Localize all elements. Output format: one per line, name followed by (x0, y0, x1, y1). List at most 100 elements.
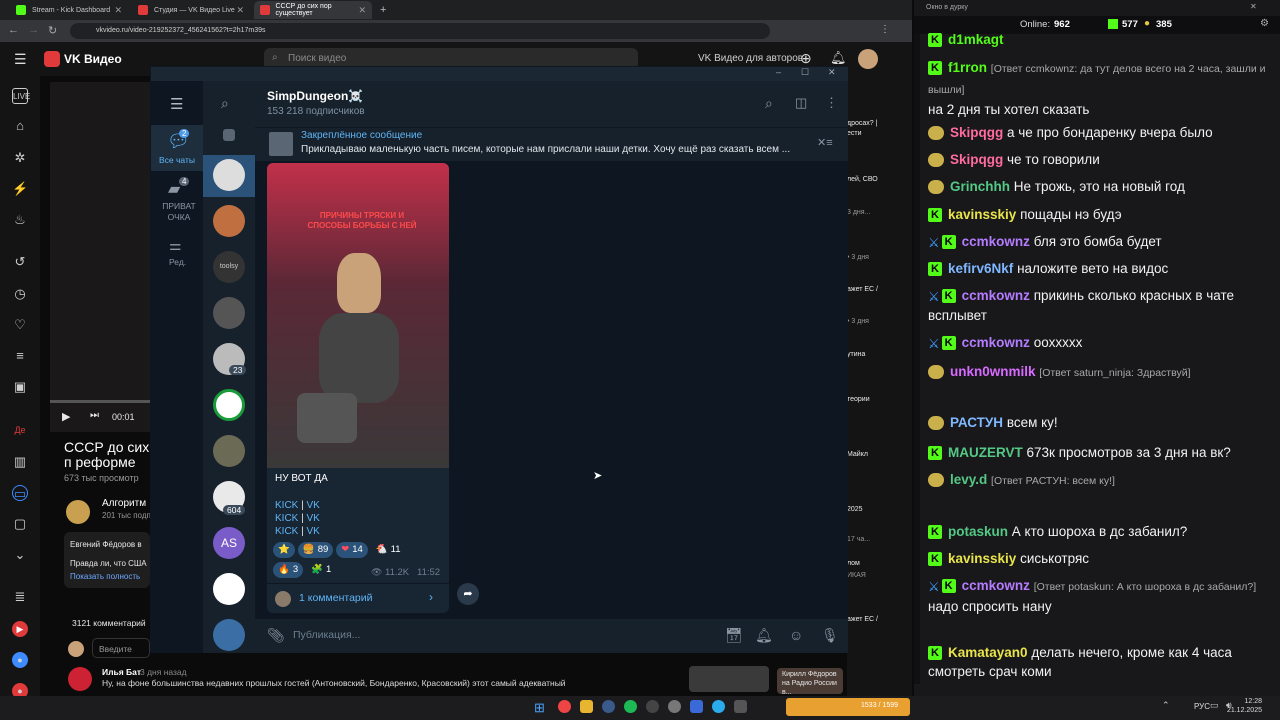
vk-link[interactable]: VK (307, 513, 320, 524)
schedule-icon[interactable]: 📅︎ (725, 627, 743, 644)
bell-icon[interactable]: 🔔︎ (830, 50, 847, 66)
chat-username[interactable]: ccmkownz (962, 234, 1030, 249)
chat-username[interactable]: Skipqgg (950, 152, 1003, 167)
rec-thumbnail[interactable] (689, 666, 769, 692)
channel-avatar[interactable] (66, 500, 90, 524)
chrome-icon[interactable] (558, 700, 571, 713)
chat-avatar[interactable] (213, 435, 245, 467)
app-icon[interactable] (646, 700, 659, 713)
chat-username[interactable]: ccmkownz (962, 335, 1030, 350)
chat-username[interactable]: Kamatayan0 (948, 645, 1028, 660)
rec-title[interactable]: ести (847, 130, 862, 137)
reaction-chicken[interactable]: 🐔 11 (371, 542, 406, 558)
liked-icon[interactable]: ♡ (12, 317, 28, 333)
language-indicator[interactable]: РУС (1194, 702, 1210, 711)
close-icon[interactable]: ✕ (828, 67, 836, 78)
chat-username[interactable]: Grinchhh (950, 179, 1010, 194)
vk-link[interactable]: VK (307, 500, 320, 511)
chat-username[interactable]: MAUZERVT (948, 445, 1023, 460)
rec-title[interactable]: ажет ЕС / (847, 286, 878, 293)
new-tab-button[interactable]: + (380, 4, 386, 16)
chat-username[interactable]: ccmkownz (962, 578, 1030, 593)
chat-username[interactable]: Skipqgg (950, 125, 1003, 140)
explorer-icon[interactable] (580, 700, 593, 713)
rec-title[interactable]: лом (847, 560, 860, 567)
chat-avatar-initials[interactable]: AS (213, 527, 245, 559)
watch-later-icon[interactable]: ◷ (12, 286, 28, 302)
sidebar-toggle-icon[interactable]: ◫ (795, 95, 807, 111)
chat-username[interactable]: f1rron (948, 60, 987, 75)
rec-title[interactable]: Кирилл Фёдоров на Радио России в... (782, 670, 844, 697)
vk-link[interactable]: VK (307, 526, 320, 537)
chat-username[interactable]: kavinsskiy (948, 207, 1016, 222)
archive-icon[interactable] (223, 129, 235, 141)
browser-tab-kick[interactable]: Stream - Kick Dashboard ✕ (10, 1, 128, 19)
search-icon[interactable]: ⌕ (221, 95, 229, 112)
catalog-icon[interactable]: ▥ (12, 454, 28, 470)
kids-icon[interactable]: Де (12, 422, 28, 438)
rec-title[interactable]: ажет ЕС / (847, 616, 878, 623)
history-icon[interactable]: ↺ (12, 254, 28, 270)
folder-private[interactable]: ▰ 4 ПРИВАТ ОЧКА (151, 177, 203, 227)
play-icon[interactable]: ▶ (62, 410, 70, 423)
reaction-custom[interactable]: 🧩 1 (306, 562, 336, 578)
avatar[interactable] (858, 49, 878, 69)
list-icon[interactable]: ≣ (12, 589, 28, 605)
compose-input[interactable]: Публикация... (293, 629, 360, 641)
chat-avatar[interactable] (213, 205, 245, 237)
microphone-icon[interactable]: 🎙︎ (821, 627, 839, 644)
rec-title[interactable]: утина (847, 351, 865, 358)
close-tab-icon[interactable]: ✕ (114, 5, 122, 16)
subscriptions-icon[interactable]: ♨ (12, 212, 28, 228)
pinned-list-icon[interactable]: ✕≡ (817, 136, 833, 149)
post-image[interactable]: ПРИЧИНЫ ТРЯСКИ И СПОСОБЫ БОРЬБЫ С НЕЙ (267, 163, 449, 468)
tv-icon[interactable]: ▢ (12, 516, 28, 532)
show-full-link[interactable]: Показать полность (64, 568, 150, 581)
hamburger-menu-icon[interactable]: ☰ (14, 51, 27, 68)
reaction-heart[interactable]: ❤ 14 (336, 541, 368, 558)
close-icon[interactable]: ✕ (1250, 2, 1257, 11)
kick-link[interactable]: KICK (275, 513, 298, 524)
app-icon[interactable] (734, 700, 747, 713)
pinned-message-bar[interactable]: Закреплённое сообщение Прикладываю мален… (255, 127, 848, 161)
close-tab-icon[interactable]: ✕ (236, 5, 244, 16)
chat-avatar[interactable] (213, 159, 245, 191)
reaction-burger[interactable]: 🍔 89 (297, 541, 334, 558)
spotify-icon[interactable] (624, 700, 637, 713)
home-icon[interactable]: ⌂ (12, 118, 28, 134)
chat-avatar[interactable] (213, 573, 245, 605)
chat-avatar[interactable] (213, 619, 245, 651)
browser-tab-video[interactable]: СССР до сих пор существует ✕ (254, 1, 372, 19)
kick-link[interactable]: KICK (275, 526, 298, 537)
search-icon[interactable]: ⌕ (765, 95, 773, 112)
close-tab-icon[interactable]: ✕ (358, 5, 366, 16)
maximize-icon[interactable]: ☐ (801, 67, 809, 78)
chat-username[interactable]: РАСТУН (950, 415, 1003, 430)
telegram-icon[interactable] (712, 700, 725, 713)
rec-title[interactable]: 2025 (847, 506, 863, 513)
folder-edit[interactable]: ⚌ Ред. (151, 237, 203, 277)
settings-icon[interactable]: ⚙ (1260, 18, 1269, 29)
discover-icon[interactable]: ✲ (12, 150, 28, 166)
stream-widget[interactable]: 1533 / 1599 (786, 698, 910, 716)
upload-icon[interactable]: ⊕ (800, 50, 812, 67)
chat-username[interactable]: kavinsskiy (948, 551, 1016, 566)
rec-title[interactable]: теории (847, 396, 870, 403)
next-icon[interactable]: ⏭ (90, 410, 99, 421)
vk-tv-icon[interactable]: ▭ (12, 485, 28, 501)
chat-username[interactable]: d1mkagt (948, 32, 1004, 47)
video-progress-bar[interactable] (50, 400, 150, 403)
chat-avatar[interactable]: toolsy (213, 251, 245, 283)
tray-chevron-icon[interactable]: ⌃ (1162, 700, 1170, 711)
url-field[interactable]: vkvideo.ru/video-219252372_456241562?t=2… (70, 23, 770, 39)
rec-title[interactable]: дросах? | (847, 120, 877, 127)
app-icon[interactable] (690, 700, 703, 713)
menu-dots-icon[interactable]: ⋮ (880, 24, 890, 35)
folder-all-chats[interactable]: 💬︎ 2 Все чаты (151, 125, 203, 171)
profile-icon[interactable]: ● (12, 652, 28, 668)
live-icon[interactable]: LIVE (12, 88, 30, 104)
description-box[interactable]: Евгений Фёдоров в Правда ли, что США Пок… (64, 532, 150, 588)
channel-name[interactable]: Алгоритм (102, 498, 146, 509)
chat-username[interactable]: unkn0wnmilk (950, 364, 1036, 379)
reload-icon[interactable]: ↻ (48, 24, 57, 37)
